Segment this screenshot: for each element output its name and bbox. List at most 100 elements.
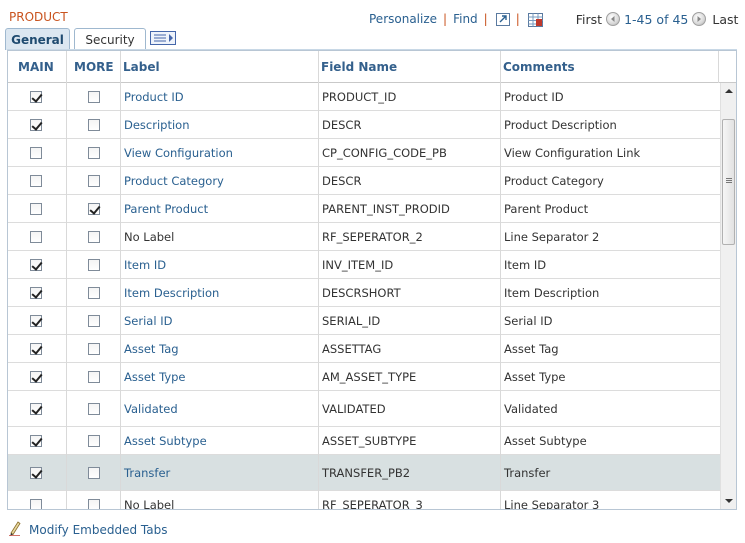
more-cell <box>84 195 118 222</box>
label-link[interactable]: Parent Product <box>124 202 208 216</box>
label-cell: Item ID <box>120 251 316 278</box>
table-row[interactable]: Validated VALIDATED Validated <box>8 391 720 427</box>
table-row[interactable]: Product Category DESCR Product Category <box>8 167 720 195</box>
more-checkbox[interactable] <box>88 174 100 187</box>
label-link[interactable]: Item Description <box>124 286 219 300</box>
more-checkbox[interactable] <box>88 146 100 159</box>
vertical-scrollbar[interactable] <box>720 83 736 509</box>
modify-embedded-tabs-link[interactable]: Modify Embedded Tabs <box>29 523 167 537</box>
comments-text: Line Separator 3 <box>504 497 600 510</box>
label-link[interactable]: Transfer <box>124 466 170 480</box>
main-checkbox[interactable] <box>30 434 42 447</box>
table-row[interactable]: No Label RF_SEPERATOR_3 Line Separator 3 <box>8 491 720 510</box>
table-row[interactable]: Parent Product PARENT_INST_PRODID Parent P… <box>8 195 720 223</box>
main-checkbox[interactable] <box>30 90 42 103</box>
next-arrow-icon[interactable] <box>692 12 707 26</box>
main-checkbox[interactable] <box>30 286 42 299</box>
col-header-label[interactable]: Label <box>119 51 160 83</box>
comments-cell: Product Description <box>500 111 718 138</box>
table-row[interactable]: Serial ID SERIAL_ID Serial ID <box>8 307 720 335</box>
table-row[interactable]: Item ID INV_ITEM_ID Item ID <box>8 251 720 279</box>
more-checkbox[interactable] <box>88 402 100 415</box>
table-row[interactable]: View Configuration CP_CONFIG_CODE_PB View … <box>8 139 720 167</box>
scroll-up-icon[interactable] <box>721 83 736 99</box>
label-link[interactable]: Product ID <box>124 90 184 104</box>
more-checkbox[interactable] <box>88 90 100 103</box>
label-cell: View Configuration <box>120 139 316 166</box>
more-checkbox[interactable] <box>88 258 100 271</box>
col-header-field-name[interactable]: Field Name <box>317 51 397 83</box>
more-checkbox[interactable] <box>88 118 100 131</box>
comments-text: Asset Type <box>504 369 566 384</box>
show-all-columns-icon[interactable] <box>150 31 176 45</box>
scroll-down-icon[interactable] <box>721 493 736 509</box>
label-link[interactable]: Item ID <box>124 258 166 272</box>
table-row[interactable]: Description DESCR Product Description <box>8 111 720 139</box>
nav-separator: | <box>483 12 488 26</box>
main-checkbox[interactable] <box>30 342 42 355</box>
field-name-cell: DESCR <box>318 111 498 138</box>
label-link[interactable]: Description <box>124 118 190 132</box>
comments-cell: Asset Tag <box>500 335 718 362</box>
more-checkbox[interactable] <box>88 466 100 479</box>
zoom-grid-icon[interactable] <box>495 12 510 26</box>
field-name-cell: DESCR <box>318 167 498 194</box>
label-cell: No Label <box>120 223 316 250</box>
label-link[interactable]: Validated <box>124 402 178 416</box>
main-cell <box>26 491 64 509</box>
more-cell <box>84 391 118 426</box>
main-checkbox[interactable] <box>30 174 42 187</box>
main-checkbox[interactable] <box>30 230 42 243</box>
more-checkbox[interactable] <box>88 342 100 355</box>
more-checkbox[interactable] <box>88 498 100 509</box>
more-checkbox[interactable] <box>88 286 100 299</box>
previous-arrow-icon[interactable] <box>606 12 621 26</box>
label-cell: Transfer <box>120 455 316 490</box>
table-row[interactable]: Asset Type AM_ASSET_TYPE Asset Type <box>8 363 720 391</box>
find-link[interactable]: Find <box>453 12 478 26</box>
label-link[interactable]: Asset Tag <box>124 342 179 356</box>
field-name-cell: RF_SEPERATOR_3 <box>318 491 498 510</box>
label-link[interactable]: View Configuration <box>124 146 233 160</box>
first-label: First <box>575 11 603 27</box>
more-checkbox[interactable] <box>88 370 100 383</box>
product-grid: MAIN MORE Label Field Name Comments Prod… <box>7 50 737 510</box>
table-row[interactable]: No Label RF_SEPERATOR_2 Line Separator 2 <box>8 223 720 251</box>
main-checkbox[interactable] <box>30 146 42 159</box>
main-checkbox[interactable] <box>30 402 42 415</box>
more-checkbox[interactable] <box>88 314 100 327</box>
personalize-link[interactable]: Personalize <box>369 12 437 26</box>
table-row[interactable]: Product ID PRODUCT_ID Product ID <box>8 83 720 111</box>
label-link[interactable]: Asset Subtype <box>124 434 207 448</box>
main-checkbox[interactable] <box>30 314 42 327</box>
label-link[interactable]: Serial ID <box>124 314 172 328</box>
main-cell <box>26 363 64 390</box>
field-name-text: TRANSFER_PB2 <box>322 465 411 480</box>
main-cell <box>26 167 64 194</box>
table-row[interactable]: Item Description DESCRSHORT Item Descripti… <box>8 279 720 307</box>
scrollbar-thumb[interactable] <box>722 119 735 245</box>
main-checkbox[interactable] <box>30 466 42 479</box>
table-row[interactable]: Asset Subtype ASSET_SUBTYPE Asset Subtype <box>8 427 720 455</box>
label-link[interactable]: Product Category <box>124 174 224 188</box>
comments-text: Asset Subtype <box>504 433 587 448</box>
main-checkbox[interactable] <box>30 498 42 509</box>
main-checkbox[interactable] <box>30 118 42 131</box>
main-checkbox[interactable] <box>30 202 42 215</box>
comments-text: Transfer <box>504 465 551 480</box>
more-checkbox[interactable] <box>88 434 100 447</box>
main-checkbox[interactable] <box>30 258 42 271</box>
table-row[interactable]: Asset Tag ASSETTAG Asset Tag <box>8 335 720 363</box>
download-excel-icon[interactable] <box>527 12 543 27</box>
more-checkbox[interactable] <box>88 202 100 215</box>
table-row[interactable]: Transfer TRANSFER_PB2 Transfer <box>8 455 720 491</box>
more-checkbox[interactable] <box>88 230 100 243</box>
col-header-comments[interactable]: Comments <box>499 51 575 83</box>
col-header-more[interactable]: MORE <box>70 51 114 83</box>
label-cell: Item Description <box>120 279 316 306</box>
label-link[interactable]: Asset Type <box>124 370 186 384</box>
tab-general[interactable]: General <box>5 28 70 50</box>
col-header-main[interactable]: MAIN <box>14 51 54 83</box>
main-checkbox[interactable] <box>30 370 42 383</box>
tab-security[interactable]: Security <box>74 28 146 50</box>
